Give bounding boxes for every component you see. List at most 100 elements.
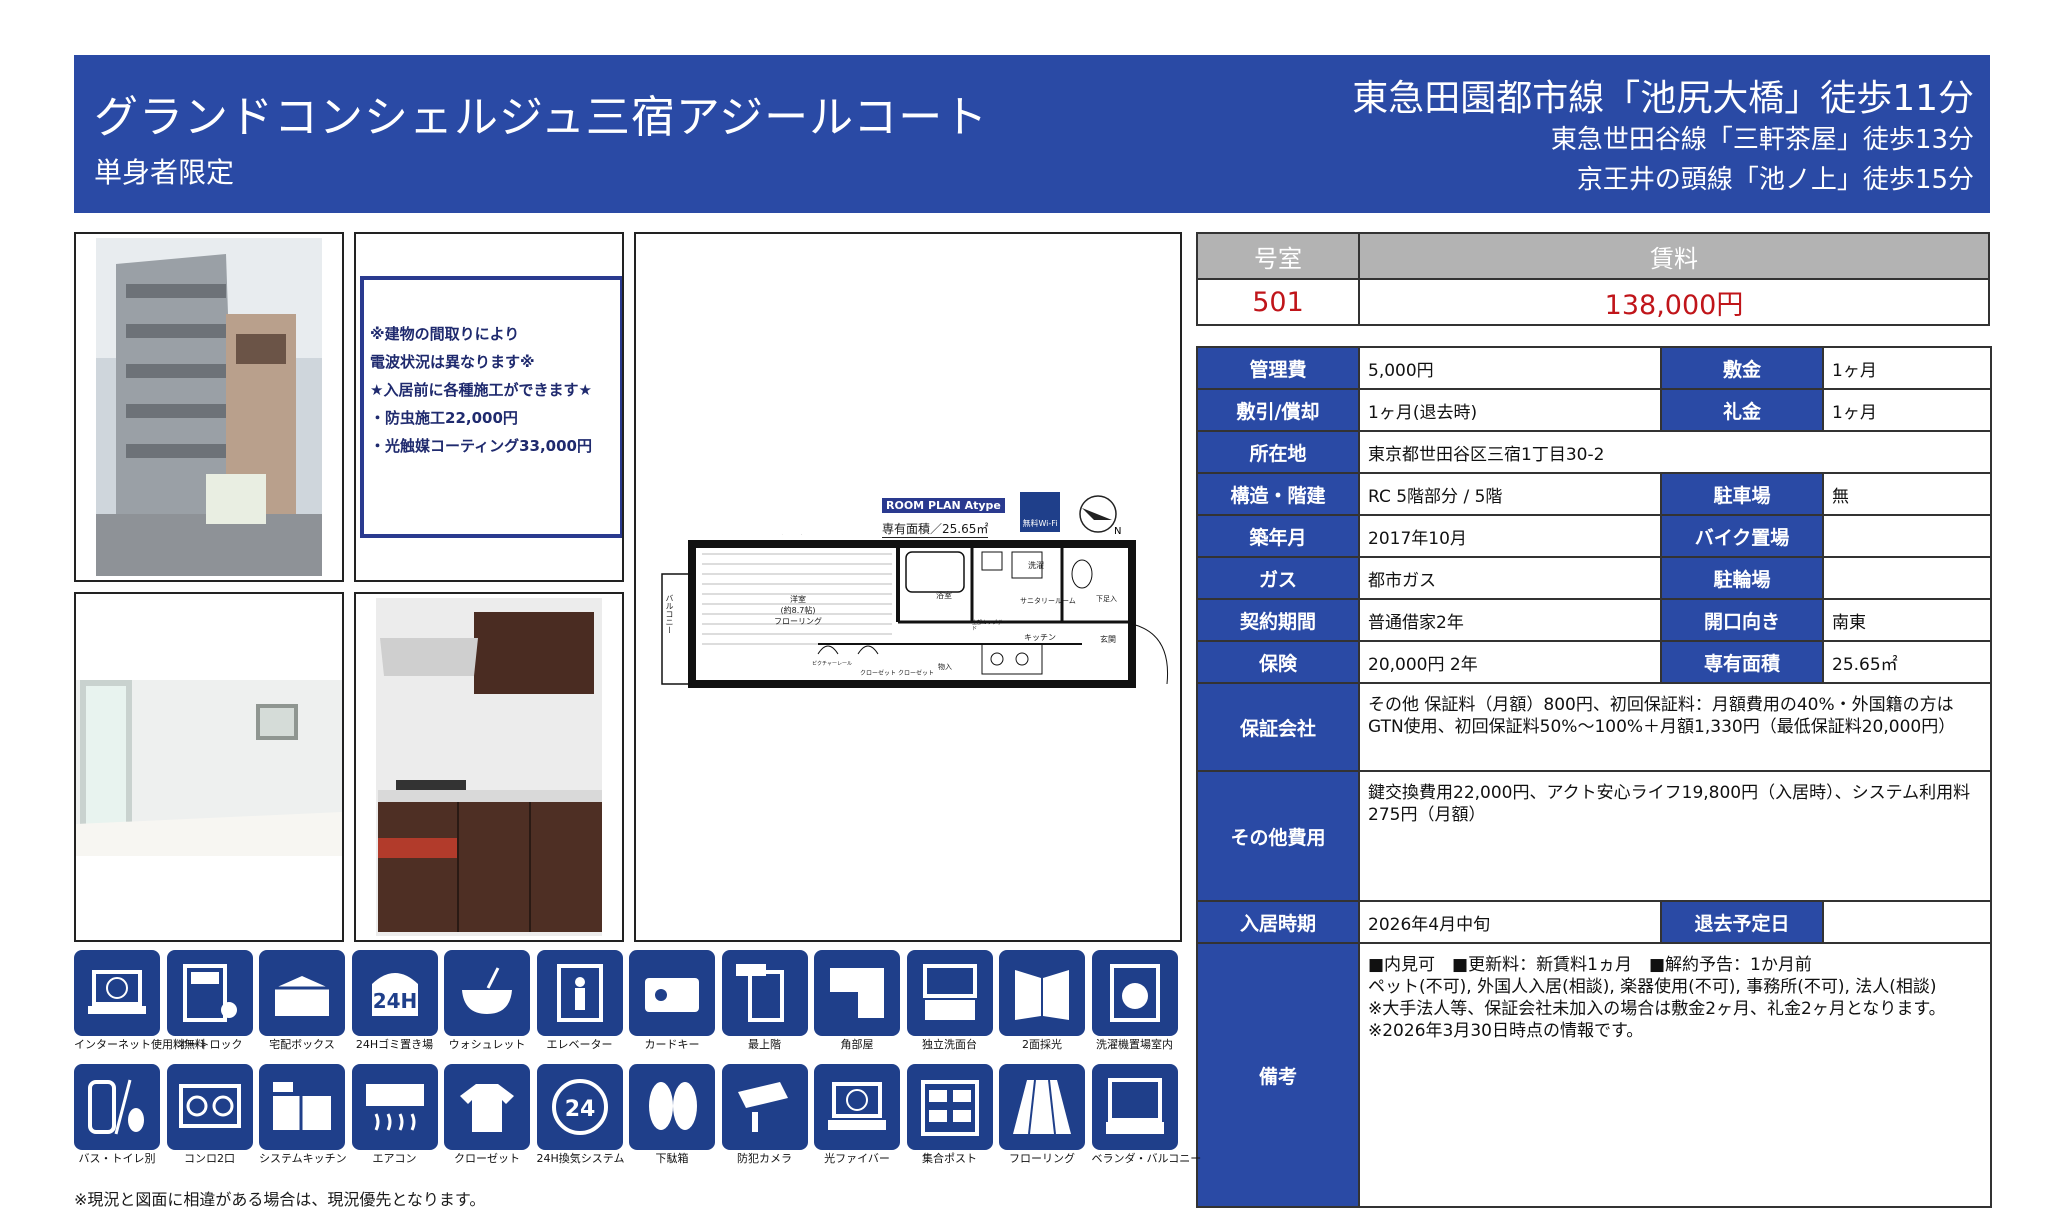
remarks-line-3: ※大手法人等、保証会社未加入の場合は敷金2ヶ月、礼金2ヶ月となります。 <box>1368 999 1946 1019</box>
room-plan-label: ROOM PLAN Atype <box>882 498 1005 513</box>
room-shoebox-label: 下足入 <box>1096 595 1117 603</box>
system-kitchen-icon <box>259 1064 345 1150</box>
remarks-line-1: ■内見可 ■更新料：新賃料1ヵ月 ■解約予告：1か月前 <box>1368 955 1812 975</box>
guarantee-label: 保証会社 <box>1196 682 1360 772</box>
kitchen-photo <box>354 592 624 942</box>
gas-label: ガス <box>1196 556 1360 600</box>
room-rent-table: 号室 賃料 501 138,000円 <box>1196 232 1990 326</box>
header-banner: グランドコンシェルジュ三宿アジールコート 単身者限定 東急田園都市線「池尻大橋」… <box>74 55 1990 213</box>
bicycle-label: 駐輪場 <box>1660 556 1824 600</box>
remarks-line-4: ※2026年3月30日時点の情報です。 <box>1368 1021 1644 1041</box>
footer-note: ※現況と図面に相違がある場合は、現況優先となります。 <box>74 1190 486 1209</box>
amenity-label: 独立洗面台 <box>922 1038 977 1051</box>
svg-text:24H: 24H <box>372 989 417 1013</box>
moveout-value <box>1822 900 1992 944</box>
parking-value: 無 <box>1822 472 1992 516</box>
top-floor-icon <box>721 950 808 1036</box>
bike-value <box>1822 514 1992 558</box>
other-fees-label: その他費用 <box>1196 770 1360 902</box>
station-access-2: 東急世田谷線「三軒茶屋」徒歩13分 <box>1550 125 1974 155</box>
movein-label: 入居時期 <box>1196 900 1360 944</box>
mailbox-icon <box>906 1064 993 1150</box>
amenity-top-floor: 最上階 <box>721 950 808 1051</box>
amenity-label: カードキー <box>644 1038 700 1051</box>
parking-label: 駐車場 <box>1660 472 1824 516</box>
amenity-label: 24Hゴミ置き場 <box>355 1038 434 1051</box>
contract-label: 契約期間 <box>1196 598 1360 642</box>
room-sanitary-label: サニタリールーム <box>1020 597 1076 605</box>
amenity-label: 下駄箱 <box>655 1152 689 1165</box>
room-bench-label: ピクチャーレール <box>812 661 852 667</box>
notice-panel: ※建物の間取りにより 電波状況は異なります※ ★入居前に各種施工ができます★ ・… <box>354 232 624 582</box>
bath-toilet-separate-icon <box>74 1064 160 1150</box>
amenity-label: インターネット使用料無料 <box>74 1038 206 1051</box>
amenity-label: 最上階 <box>748 1038 781 1051</box>
amenity-label: ウォシュレット <box>448 1038 526 1051</box>
room-cabinet-label: 上部カップボード <box>972 620 1008 632</box>
amenity-label: 角部屋 <box>840 1038 874 1051</box>
area-label: 専有面積 <box>1660 640 1824 684</box>
built-label: 築年月 <box>1196 514 1360 558</box>
wifi-label: 無料Wi-Fi <box>1022 519 1058 528</box>
insurance-value: 20,000円 2年 <box>1358 640 1662 684</box>
ventilation-24h-icon: 24 <box>536 1064 623 1150</box>
two-side-light-icon <box>999 950 1085 1036</box>
amenity-label: 24H換気システム <box>536 1152 625 1165</box>
amenity-corner-room: 角部屋 <box>814 950 900 1051</box>
delivery-box-icon <box>259 950 345 1036</box>
amenity-label: エアコン <box>372 1152 417 1165</box>
amenity-aircon: エアコン <box>351 1064 438 1165</box>
amenity-label: 集合ポスト <box>922 1152 977 1165</box>
amenity-label: コンロ2口 <box>184 1152 235 1165</box>
room-western-size: (約8.7帖) <box>780 606 816 615</box>
corner-room-icon <box>814 950 900 1036</box>
structure-label: 構造・階建 <box>1196 472 1360 516</box>
room-entrance-label: 玄関 <box>1100 635 1116 644</box>
building-name: グランドコンシェルジュ三宿アジールコート <box>94 92 989 143</box>
amenity-two-burner: コンロ2口 <box>166 1064 253 1165</box>
amenity-elevator: エレベーター <box>536 950 623 1051</box>
room-number-value: 501 <box>1196 278 1360 326</box>
amenity-two-side-light: 2面採光 <box>999 950 1085 1051</box>
remarks-value: ■内見可 ■更新料：新賃料1ヵ月 ■解約予告：1か月前 ペット(不可), 外国人… <box>1358 942 1992 1208</box>
washlet-icon <box>444 950 530 1036</box>
amenity-washer-indoor: 洗濯機置場室内 <box>1091 950 1178 1051</box>
svg-text:24: 24 <box>564 1097 595 1122</box>
room-western-floor: フローリング <box>774 617 822 626</box>
room-number-header: 号室 <box>1196 232 1360 280</box>
facing-value: 南東 <box>1822 598 1992 642</box>
notice-line-2: 電波状況は異なります※ <box>370 353 535 371</box>
balcony-icon <box>1091 1064 1178 1150</box>
exterior-photo <box>74 232 344 582</box>
vanity-icon <box>906 950 993 1036</box>
internet-icon <box>74 950 160 1036</box>
room-storage-label: 物入 <box>938 663 952 671</box>
amenity-label: クローゼット <box>454 1152 520 1165</box>
amenity-label: オートロック <box>176 1038 243 1051</box>
amenity-washlet: ウォシュレット <box>444 950 530 1051</box>
station-access-1: 東急田園都市線「池尻大橋」徒歩11分 <box>1352 78 1974 119</box>
room-closet1-label: クローゼット <box>860 670 897 677</box>
rent-value: 138,000円 <box>1358 278 1990 326</box>
address-value: 東京都世田谷区三宿1丁目30-2 <box>1358 430 1992 474</box>
facing-label: 開口向き <box>1660 598 1824 642</box>
amenity-label: 光ファイバー <box>824 1152 890 1165</box>
amenity-internet: インターネット使用料無料 <box>74 950 206 1051</box>
security-camera-icon <box>721 1064 808 1150</box>
amenity-closet: クローゼット <box>444 1064 530 1165</box>
moveout-label: 退去予定日 <box>1660 900 1824 944</box>
amenity-label: 洗濯機置場室内 <box>1096 1038 1173 1051</box>
guarantee-value: その他 保証料（月額）800円、初回保証料：月額費用の40%・外国籍の方はGTN… <box>1358 682 1992 772</box>
amenity-ventilation-24h: 24 24H換気システム <box>536 1064 625 1165</box>
garbage-24h-icon: 24H <box>351 950 438 1036</box>
amenity-vanity: 独立洗面台 <box>906 950 993 1051</box>
aircon-icon <box>351 1064 438 1150</box>
shikikin-label: 敷金 <box>1660 346 1824 390</box>
room-washer-label: 洗濯 <box>1028 561 1044 570</box>
closet-icon <box>444 1064 530 1150</box>
kanri-label: 管理費 <box>1196 346 1360 390</box>
interior-photo <box>74 592 344 942</box>
bike-label: バイク置場 <box>1660 514 1824 558</box>
amenity-garbage-24h: 24H 24Hゴミ置き場 <box>351 950 438 1051</box>
amenity-autolock: オートロック <box>166 950 253 1051</box>
